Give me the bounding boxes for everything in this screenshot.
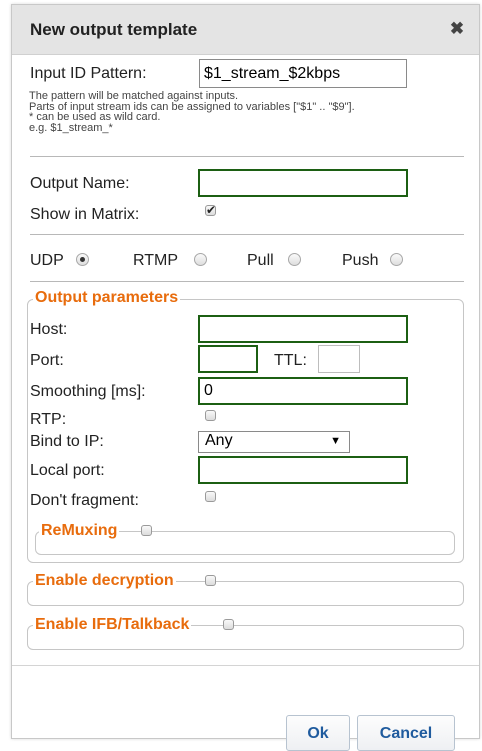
help-line-1: The pattern will be matched against inpu…	[29, 90, 239, 102]
local-port-label: Local port:	[30, 462, 105, 479]
remuxing-checkbox[interactable]	[141, 525, 152, 536]
bind-to-ip-value: Any	[205, 432, 233, 449]
show-in-matrix-checkbox[interactable]	[205, 203, 216, 217]
new-output-template-dialog: New output template ✖ Input ID Pattern: …	[11, 4, 480, 751]
dropdown-arrow-icon: ▼	[330, 435, 341, 447]
smoothing-label: Smoothing [ms]:	[30, 383, 146, 400]
ok-button[interactable]: Ok	[286, 715, 350, 751]
ifb-talkback-checkbox[interactable]	[223, 619, 234, 630]
divider	[30, 234, 464, 235]
protocol-label-udp: UDP	[30, 252, 64, 269]
divider	[30, 281, 464, 282]
smoothing-field[interactable]	[198, 377, 408, 405]
dialog-title: New output template	[30, 20, 198, 39]
decryption-legend: Enable decryption	[33, 572, 176, 590]
footer-divider	[12, 665, 479, 666]
rtp-checkbox[interactable]	[205, 410, 216, 421]
ttl-label: TTL:	[274, 352, 307, 369]
protocol-radio-udp[interactable]	[76, 253, 89, 266]
decryption-checkbox[interactable]	[205, 575, 216, 586]
protocol-radio-push[interactable]	[390, 253, 403, 266]
input-id-pattern-field[interactable]	[199, 59, 407, 88]
protocol-radio-pull[interactable]	[288, 253, 301, 266]
local-port-field[interactable]	[198, 456, 408, 484]
input-id-pattern-label: Input ID Pattern:	[30, 65, 147, 82]
output-name-label: Output Name:	[30, 175, 130, 192]
divider	[30, 156, 464, 157]
ttl-field[interactable]	[318, 345, 360, 373]
close-icon[interactable]: ✖	[447, 19, 467, 39]
output-parameters-legend: Output parameters	[33, 289, 181, 307]
host-label: Host:	[30, 321, 68, 338]
protocol-label-rtmp: RTMP	[133, 252, 179, 269]
dont-fragment-label: Don't fragment:	[30, 492, 139, 509]
remuxing-legend: ReMuxing	[39, 522, 120, 540]
help-line-3: * can be used as wild card.	[29, 111, 161, 123]
output-name-field[interactable]	[198, 169, 408, 197]
protocol-label-push: Push	[342, 252, 379, 269]
ifb-talkback-legend: Enable IFB/Talkback	[33, 616, 192, 634]
cancel-button[interactable]: Cancel	[357, 715, 455, 751]
help-line-4: e.g. $1_stream_*	[29, 121, 113, 134]
host-field[interactable]	[198, 315, 408, 343]
rtp-label: RTP:	[30, 411, 67, 428]
dont-fragment-checkbox[interactable]	[205, 491, 216, 502]
protocol-radio-rtmp[interactable]	[194, 253, 207, 266]
bind-to-ip-label: Bind to IP:	[30, 433, 104, 450]
show-in-matrix-label: Show in Matrix:	[30, 206, 140, 223]
protocol-label-pull: Pull	[247, 252, 274, 269]
port-field[interactable]	[198, 345, 258, 373]
port-label: Port:	[30, 352, 64, 369]
dialog-titlebar: New output template ✖	[12, 5, 479, 55]
input-id-help-text: The pattern will be matched against inpu…	[29, 91, 355, 133]
bind-to-ip-select[interactable]: Any ▼	[198, 431, 350, 453]
